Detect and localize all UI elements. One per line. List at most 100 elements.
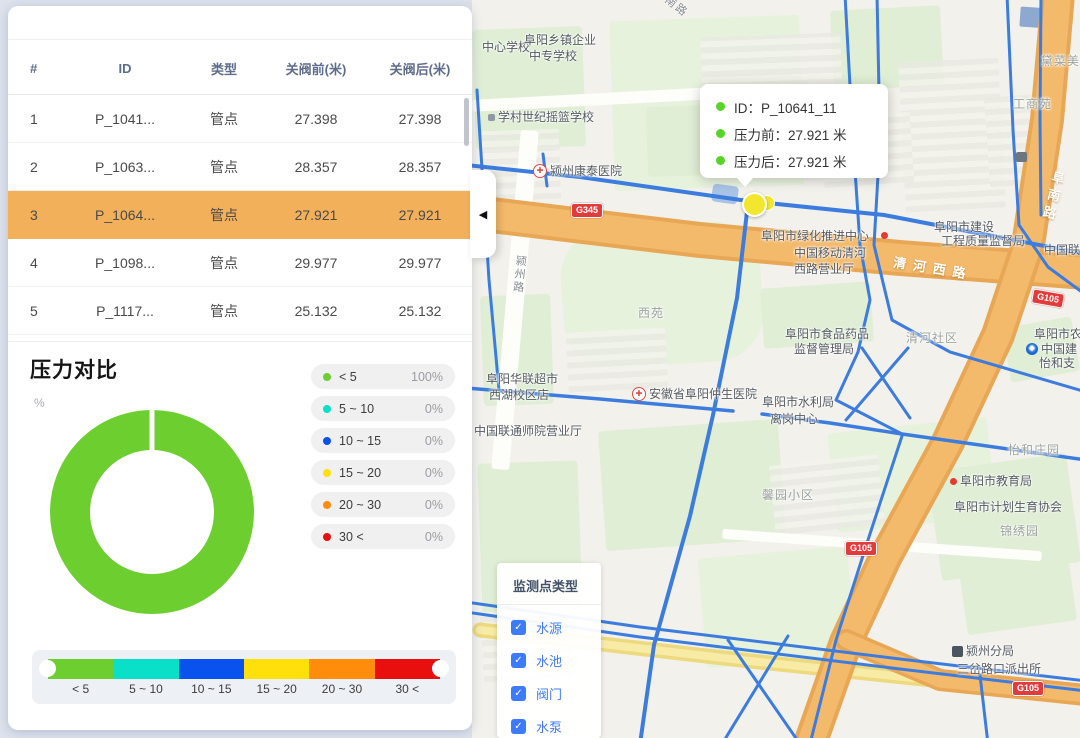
table-row[interactable]: 3P_1064...管点27.92127.921 [8,191,472,239]
map-label: ✚安徽省阜阳仲生医院 [632,387,757,401]
map-label: 清河社区 [906,331,958,345]
table-cell: 27.398 [264,111,368,127]
map-label-text: 阜阳华联超市 [486,372,558,386]
map-label-text: 怡和庄园 [1008,443,1060,457]
checkbox-checked-icon[interactable]: ✓ [511,620,526,635]
map-legend-item[interactable]: ✓阀门 [511,684,601,703]
map-label-text: 中国联通师院营业厅 [474,424,582,438]
map-tooltip: ID：P_10641_11压力前：27.921 米压力后：27.921 米 [700,84,888,178]
map-label-text: 阜阳市计划生育协会 [954,500,1062,514]
table-cell: P_1098... [66,255,184,271]
table-scrollbar[interactable] [464,98,469,146]
map-label-text: 阜阳市教育局 [960,474,1032,488]
road-badge: G105 [1012,681,1044,696]
legend-value: 0% [425,530,443,544]
map-label-text: 中国建 [1041,342,1077,356]
legend-item[interactable]: 10 ~ 150% [311,428,455,453]
legend-dot-icon [323,501,331,509]
map-legend-item[interactable]: ✓水池 [511,651,601,670]
map-label: 阜阳市教育局 [950,474,1032,488]
map-label-text: 阜阳市农 [1034,327,1080,341]
map-label: 黛菜美 [1041,54,1080,68]
checkbox-checked-icon[interactable]: ✓ [511,686,526,701]
scale-segment [244,659,309,679]
legend-item[interactable]: 15 ~ 200% [311,460,455,485]
panel-collapse-button[interactable]: ◀ [470,170,496,258]
legend-value: 0% [425,466,443,480]
legend-value: 100% [411,370,443,384]
pressure-donut-chart [44,404,260,620]
map-label: 工商苑 [1013,97,1052,111]
map-label: 中专学校 [529,49,577,63]
tooltip-text: 压力前：27.921 米 [734,124,847,144]
scale-segment [309,659,374,679]
legend-item[interactable]: 5 ~ 100% [311,396,455,421]
collapse-arrow-icon: ◀ [479,208,487,221]
hospital-icon: ✚ [533,164,547,178]
scale-labels: < 55 ~ 1010 ~ 1515 ~ 2020 ~ 3030 < [48,682,440,696]
legend-dot-icon [323,405,331,413]
donut-ring [70,430,234,594]
map-label: 锦绣园 [1000,524,1039,538]
map-label: 阜阳市绿化推进中心 [761,229,869,243]
legend-item[interactable]: < 5100% [311,364,455,389]
map-label-text: 清河社区 [906,331,958,345]
table-cell: 3 [8,207,66,223]
map-label: 阜阳市建设 [934,220,994,234]
table-cell: 25.132 [264,303,368,319]
bank-icon: ◆ [1026,343,1038,355]
scale-notch-right [432,660,449,677]
reddot-icon [950,478,957,485]
map-label-text: 三岔路口派出所 [957,662,1041,676]
legend-item[interactable]: 20 ~ 300% [311,492,455,517]
table-cell: 29.977 [368,255,472,271]
chart-legend: < 5100% 5 ~ 100% 10 ~ 150% 15 ~ 200% 20 ~ 30… [311,364,455,556]
table-cell: 管点 [184,205,264,225]
scale-segment [48,659,113,679]
map-label: 离岗中心 [770,412,818,426]
school-icon [488,114,495,121]
table-cell: 管点 [184,253,264,273]
table-row[interactable]: 2P_1063...管点28.35728.357 [8,143,472,191]
legend-dot-icon [323,533,331,541]
road-name: 阜南路 [1037,169,1068,226]
police-icon [952,646,963,657]
map-label-text: 中国移动清河 [794,246,866,260]
checkbox-checked-icon[interactable]: ✓ [511,653,526,668]
legend-label: 20 ~ 30 [339,498,381,512]
checkbox-checked-icon[interactable]: ✓ [511,719,526,734]
map-label: 工程质量监督局 [941,234,1025,248]
map-label: 中国移动清河 [794,246,866,260]
map-label-text: 西苑 [638,306,664,320]
scale-label: 5 ~ 10 [113,682,178,696]
map-legend-item[interactable]: ✓ 水泵 [511,717,601,736]
map-legend-label: 水泵 [536,717,562,736]
scale-label: 15 ~ 20 [244,682,309,696]
legend-item[interactable]: 30 <0% [311,524,455,549]
road-badge: G345 [571,203,603,218]
map-canvas[interactable]: 中心学校阜阳乡镇企业中专学校学村世纪摇篮学校 ✚颍州康泰医院 黛菜美工商苑阜阳市绿化… [472,0,1080,738]
table-cell: 28.357 [368,159,472,175]
map-label-text: 阜阳乡镇企业 [524,33,596,47]
tooltip-row: ID：P_10641_11 [716,93,888,120]
map-label-text: 工程质量监督局 [941,234,1025,248]
map-label: 阜阳市计划生育协会 [954,500,1062,514]
map-legend-item[interactable]: ✓水源 [511,618,601,637]
table-row[interactable]: 1P_1041...管点27.39827.398 [8,95,472,143]
table-cell: 29.977 [264,255,368,271]
map-label: ✚颍州康泰医院 [533,164,622,178]
left-panel: #ID类型关阀前(米)关阀后(米) 1P_1041...管点27.39827.3… [8,6,472,730]
scale-notch-left [39,660,56,677]
table-cell: 27.398 [368,111,472,127]
map-label: 监督管理局 [794,342,854,356]
map-label-text: 锦绣园 [1000,524,1039,538]
tooltip-text: ID：P_10641_11 [734,97,837,117]
map-label-text: 中心学校 [482,40,530,54]
table-row[interactable]: 4P_1098...管点29.97729.977 [8,239,472,287]
table-header-row: #ID类型关阀前(米)关阀后(米) [8,42,472,95]
map-label-text: 西路营业厅 [794,262,854,276]
selected-point-marker[interactable] [742,192,767,217]
tooltip-dot-icon [716,129,725,138]
table-row[interactable]: 5P_1117...管点25.13225.132 [8,287,472,335]
map-label: 学村世纪摇篮学校 [488,110,594,124]
